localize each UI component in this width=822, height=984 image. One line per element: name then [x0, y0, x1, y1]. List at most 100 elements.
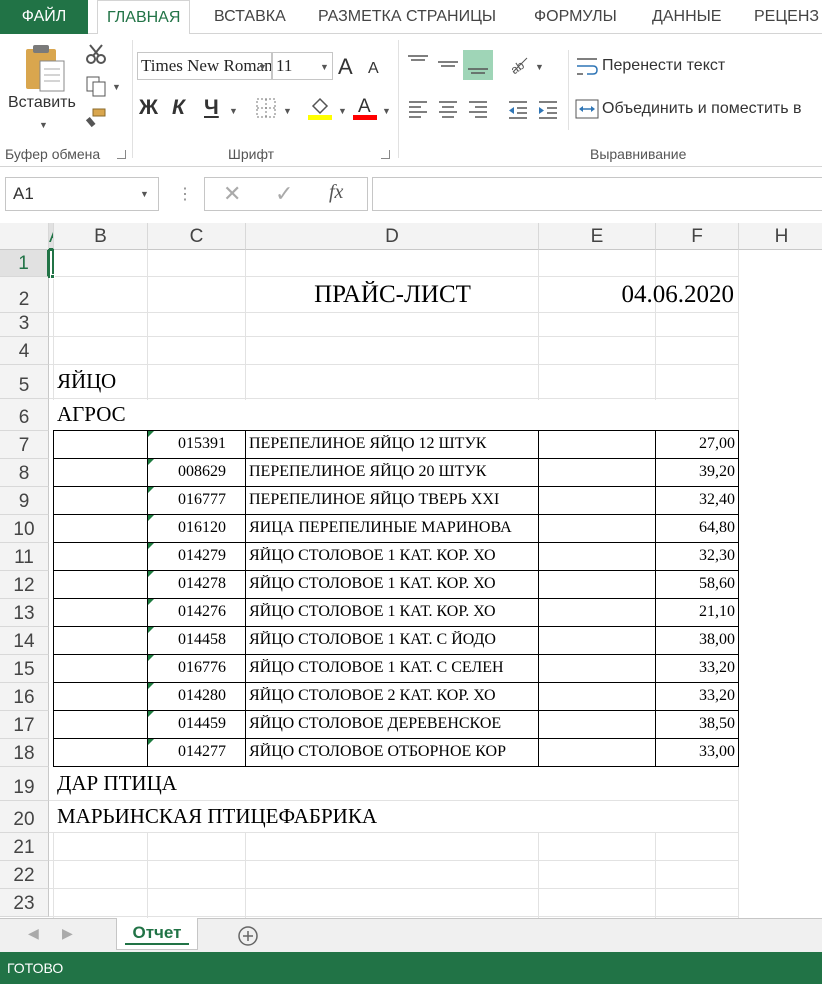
- product-price-cell[interactable]: 64,80: [657, 519, 735, 537]
- row-header[interactable]: 22: [0, 861, 49, 889]
- tab-data[interactable]: ДАННЫЕ: [652, 0, 721, 34]
- product-name-cell[interactable]: ЯЙЦО СТОЛОВОЕ 1 КАТ. КОР. ХО: [249, 603, 537, 621]
- grow-font-icon[interactable]: A: [338, 54, 353, 80]
- italic-button[interactable]: К: [172, 96, 185, 120]
- column-header-e[interactable]: E: [539, 223, 656, 250]
- merge-center-icon[interactable]: [574, 96, 600, 122]
- wrap-text-button[interactable]: Перенести текст: [602, 57, 725, 75]
- decrease-indent-icon[interactable]: [504, 96, 532, 124]
- row-header[interactable]: 5: [0, 365, 49, 399]
- product-name-cell[interactable]: ПЕРЕПЕЛИНОЕ ЯЙЦО 12 ШТУК: [249, 435, 537, 453]
- product-price-cell[interactable]: 27,00: [657, 435, 735, 453]
- row-header[interactable]: 9: [0, 487, 49, 515]
- formula-input[interactable]: [372, 177, 822, 211]
- product-name-cell[interactable]: ЯИЦА ПЕРЕПЕЛИНЫЕ МАРИНОВА: [249, 519, 537, 537]
- scroll-right-icon[interactable]: ▶: [62, 925, 73, 942]
- shrink-font-icon[interactable]: A: [368, 60, 379, 78]
- product-code-cell[interactable]: 014458: [151, 631, 226, 649]
- cancel-icon[interactable]: ✕: [223, 181, 241, 207]
- product-price-cell[interactable]: 38,00: [657, 631, 735, 649]
- row-header[interactable]: 19: [0, 767, 49, 801]
- row-header[interactable]: 1: [0, 250, 49, 277]
- add-sheet-icon[interactable]: [236, 924, 260, 948]
- product-price-cell[interactable]: 58,60: [657, 575, 735, 593]
- product-price-cell[interactable]: 33,00: [657, 743, 735, 761]
- product-code-cell[interactable]: 016120: [151, 519, 226, 537]
- product-price-cell[interactable]: 33,20: [657, 687, 735, 705]
- product-price-cell[interactable]: 21,10: [657, 603, 735, 621]
- copy-dropdown-icon[interactable]: ▼: [112, 82, 121, 92]
- product-name-cell[interactable]: ПЕРЕПЕЛИНОЕ ЯЙЦО ТВЕРЬ XXI: [249, 491, 537, 509]
- borders-dropdown-icon[interactable]: ▼: [283, 106, 292, 116]
- align-center-icon[interactable]: [434, 96, 462, 124]
- increase-indent-icon[interactable]: [534, 96, 562, 124]
- cut-icon[interactable]: [84, 42, 108, 66]
- copy-icon[interactable]: [84, 74, 108, 98]
- font-color-icon[interactable]: A: [352, 94, 378, 120]
- product-code-cell[interactable]: 014276: [151, 603, 226, 621]
- wrap-text-icon[interactable]: [574, 54, 600, 80]
- row-header[interactable]: 12: [0, 571, 49, 599]
- row-header[interactable]: 18: [0, 739, 49, 767]
- product-name-cell[interactable]: ЯЙЦО СТОЛОВОЕ ОТБОРНОЕ КОР: [249, 743, 537, 761]
- row-header[interactable]: 6: [0, 399, 49, 431]
- product-name-cell[interactable]: ЯЙЦО СТОЛОВОЕ ДЕРЕВЕНСКОЕ: [249, 715, 537, 733]
- underline-button[interactable]: Ч: [204, 96, 219, 120]
- row-header[interactable]: 16: [0, 683, 49, 711]
- fill-color-icon[interactable]: [307, 94, 333, 120]
- row-header[interactable]: 13: [0, 599, 49, 627]
- align-bottom-icon[interactable]: [463, 50, 493, 80]
- orientation-dropdown-icon[interactable]: ▼: [535, 62, 544, 72]
- product-name-cell[interactable]: ПЕРЕПЕЛИНОЕ ЯЙЦО 20 ШТУК: [249, 463, 537, 481]
- align-right-icon[interactable]: [464, 96, 492, 124]
- merge-center-button[interactable]: Объединить и поместить в: [602, 100, 802, 118]
- product-code-cell[interactable]: 016776: [151, 659, 226, 677]
- product-name-cell[interactable]: ЯЙЦО СТОЛОВОЕ 1 КАТ. С СЕЛЕН: [249, 659, 537, 677]
- row-header[interactable]: 20: [0, 801, 49, 833]
- column-header-b[interactable]: B: [54, 223, 148, 250]
- product-code-cell[interactable]: 008629: [151, 463, 226, 481]
- tab-review[interactable]: РЕЦЕНЗ: [754, 0, 819, 34]
- scroll-left-icon[interactable]: ◀: [28, 925, 39, 942]
- sheet-tab[interactable]: Отчет: [116, 918, 198, 950]
- orientation-icon[interactable]: ab: [505, 50, 533, 78]
- product-code-cell[interactable]: 014280: [151, 687, 226, 705]
- formula-bar-grip-icon[interactable]: ⋮: [177, 184, 193, 204]
- row-header[interactable]: 17: [0, 711, 49, 739]
- column-header-f[interactable]: F: [656, 223, 739, 250]
- align-middle-icon[interactable]: [434, 50, 462, 78]
- row-header[interactable]: 7: [0, 431, 49, 459]
- align-left-icon[interactable]: [404, 96, 432, 124]
- product-name-cell[interactable]: ЯЙЦО СТОЛОВОЕ 1 КАТ. КОР. ХО: [249, 547, 537, 565]
- product-code-cell[interactable]: 014277: [151, 743, 226, 761]
- tab-file[interactable]: ФАЙЛ: [0, 0, 88, 34]
- tab-home[interactable]: ГЛАВНАЯ: [97, 0, 191, 35]
- row-header[interactable]: 10: [0, 515, 49, 543]
- font-name-combo[interactable]: Times New Roman: [137, 52, 272, 80]
- product-code-cell[interactable]: 016777: [151, 491, 226, 509]
- row-header[interactable]: 11: [0, 543, 49, 571]
- column-header-d[interactable]: D: [246, 223, 539, 250]
- product-price-cell[interactable]: 38,50: [657, 715, 735, 733]
- clipboard-launcher-icon[interactable]: [117, 150, 126, 159]
- column-header-h[interactable]: H: [739, 223, 822, 250]
- paste-dropdown-icon[interactable]: ▼: [39, 120, 48, 130]
- font-size-dropdown-icon[interactable]: ▼: [320, 62, 329, 72]
- insert-function-button[interactable]: fx: [329, 181, 343, 204]
- format-painter-icon[interactable]: [84, 106, 108, 130]
- row-header[interactable]: 2: [0, 277, 49, 313]
- tab-insert[interactable]: ВСТАВКА: [214, 0, 286, 34]
- name-box-dropdown-icon[interactable]: ▼: [140, 189, 149, 199]
- product-code-cell[interactable]: 014278: [151, 575, 226, 593]
- product-price-cell[interactable]: 33,20: [657, 659, 735, 677]
- fill-handle[interactable]: [50, 274, 55, 279]
- underline-dropdown-icon[interactable]: ▼: [229, 106, 238, 116]
- borders-icon[interactable]: [254, 96, 278, 120]
- bold-button[interactable]: Ж: [139, 96, 158, 120]
- column-header-c[interactable]: C: [148, 223, 246, 250]
- row-header[interactable]: 14: [0, 627, 49, 655]
- row-header[interactable]: 15: [0, 655, 49, 683]
- product-code-cell[interactable]: 015391: [151, 435, 226, 453]
- product-code-cell[interactable]: 014459: [151, 715, 226, 733]
- product-price-cell[interactable]: 39,20: [657, 463, 735, 481]
